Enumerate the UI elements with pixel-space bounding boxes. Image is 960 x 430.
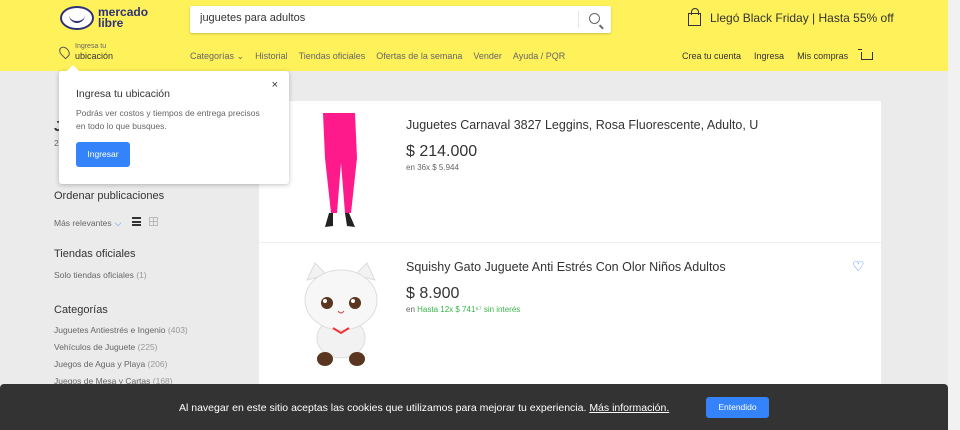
black-friday-promo[interactable]: Llegó Black Friday | Hasta 55% off bbox=[688, 7, 894, 26]
nav-historial[interactable]: Historial bbox=[255, 51, 288, 62]
list-view-icon[interactable] bbox=[131, 217, 141, 227]
promo-text: Llegó Black Friday | Hasta 55% off bbox=[710, 11, 894, 25]
sort-title: Ordenar publicaciones bbox=[54, 190, 165, 202]
heart-icon[interactable]: ♡ bbox=[852, 259, 865, 273]
account-nav: Crea tu cuenta Ingresa Mis compras bbox=[682, 49, 874, 61]
grid-view-icon[interactable] bbox=[149, 217, 159, 227]
official-stores-count: (1) bbox=[136, 270, 147, 280]
nav-tiendas-oficiales[interactable]: Tiendas oficiales bbox=[299, 51, 366, 62]
popover-text: Podrás ver costos y tiempos de entrega p… bbox=[76, 108, 260, 131]
nav-categorias[interactable]: Categorías ⌄ bbox=[190, 51, 244, 62]
product-price: $ 214.000 bbox=[406, 143, 478, 160]
sort-dropdown[interactable]: Más relevantes bbox=[54, 218, 112, 228]
handshake-icon bbox=[60, 6, 94, 30]
popover-login-button[interactable]: Ingresar bbox=[76, 142, 130, 167]
product-installments: en Hasta 12x $ 741⁶⁷ sin interés bbox=[406, 305, 520, 314]
category-count: (225) bbox=[137, 342, 158, 352]
list-item[interactable]: Squishy Gato Juguete Anti Estrés Con Olo… bbox=[259, 242, 881, 383]
location-line2: ubicación bbox=[75, 51, 114, 61]
list-item[interactable]: Juguetes Carnaval 3827 Leggins, Rosa Flu… bbox=[259, 101, 881, 242]
my-purchases-link[interactable]: Mis compras bbox=[797, 51, 848, 61]
installments-interest-free: Hasta 12x $ 741⁶⁷ sin interés bbox=[417, 305, 521, 314]
nav-vender[interactable]: Vender bbox=[473, 51, 502, 62]
cart-icon[interactable] bbox=[858, 49, 874, 60]
location-selector[interactable]: Ingresa tu ubicación bbox=[57, 43, 114, 61]
login-link[interactable]: Ingresa bbox=[754, 51, 784, 61]
location-line1: Ingresa tu bbox=[75, 43, 107, 50]
nav-ofertas[interactable]: Ofertas de la semana bbox=[376, 51, 462, 62]
create-account-link[interactable]: Crea tu cuenta bbox=[682, 51, 741, 61]
category-item[interactable]: Juguetes Antiestrés e Ingenio (403) bbox=[54, 325, 188, 335]
cookie-banner: Al navegar en este sitio aceptas las coo… bbox=[0, 384, 948, 430]
product-title[interactable]: Squishy Gato Juguete Anti Estrés Con Olo… bbox=[406, 260, 726, 274]
location-popover: Ingresa tu ubicación × Podrás ver costos… bbox=[59, 65, 289, 184]
cookie-accept-button[interactable]: Entendido bbox=[706, 397, 769, 418]
cookie-message: Al navegar en este sitio aceptas las coo… bbox=[179, 402, 669, 414]
category-item[interactable]: Juegos de Agua y Playa (206) bbox=[54, 359, 167, 369]
shopping-bag-icon bbox=[688, 7, 701, 26]
results-list: Juguetes Carnaval 3827 Leggins, Rosa Flu… bbox=[259, 101, 881, 391]
product-image[interactable] bbox=[285, 113, 397, 228]
category-label: Juegos de Agua y Playa bbox=[54, 359, 146, 369]
categories-title: Categorías bbox=[54, 304, 108, 316]
category-label: Juguetes Antiestrés e Ingenio bbox=[54, 325, 166, 335]
official-stores-title: Tiendas oficiales bbox=[54, 248, 136, 260]
product-price: $ 8.900 bbox=[406, 285, 460, 302]
official-stores-filter[interactable]: Solo tiendas oficiales (1) bbox=[54, 270, 147, 280]
search-divider bbox=[578, 11, 579, 28]
product-title[interactable]: Juguetes Carnaval 3827 Leggins, Rosa Flu… bbox=[406, 118, 758, 132]
mercadolibre-logo[interactable]: mercado libre bbox=[60, 6, 148, 30]
category-count: (403) bbox=[167, 325, 188, 335]
search-input[interactable] bbox=[200, 12, 560, 24]
category-count: (206) bbox=[147, 359, 168, 369]
close-icon[interactable]: × bbox=[272, 79, 278, 91]
product-installments: en 36x $ 5.944 bbox=[406, 163, 459, 172]
search-icon[interactable] bbox=[589, 13, 600, 24]
product-image[interactable] bbox=[285, 255, 397, 370]
cookie-more-info-link[interactable]: Más información. bbox=[589, 402, 669, 414]
search-box bbox=[190, 6, 611, 33]
header: mercado libre Llegó Black Friday | Hasta… bbox=[0, 0, 948, 71]
sort-control: Más relevantes ⌵ bbox=[54, 213, 159, 231]
location-pin-icon bbox=[57, 44, 72, 60]
popover-title: Ingresa tu ubicación bbox=[76, 88, 170, 100]
installments-prefix: en bbox=[406, 305, 415, 314]
cookie-text: Al navegar en este sitio aceptas las coo… bbox=[179, 402, 587, 414]
official-stores-label: Solo tiendas oficiales bbox=[54, 270, 134, 280]
category-item[interactable]: Vehículos de Juguete (225) bbox=[54, 342, 158, 352]
category-label: Vehículos de Juguete bbox=[54, 342, 136, 352]
page-scrollbar[interactable] bbox=[948, 0, 960, 430]
logo-text-libre: libre bbox=[98, 16, 124, 30]
nav-ayuda[interactable]: Ayuda / PQR bbox=[513, 51, 565, 62]
chevron-down-icon[interactable]: ⌵ bbox=[115, 218, 122, 228]
main-nav: Categorías ⌄ Historial Tiendas oficiales… bbox=[190, 51, 576, 62]
